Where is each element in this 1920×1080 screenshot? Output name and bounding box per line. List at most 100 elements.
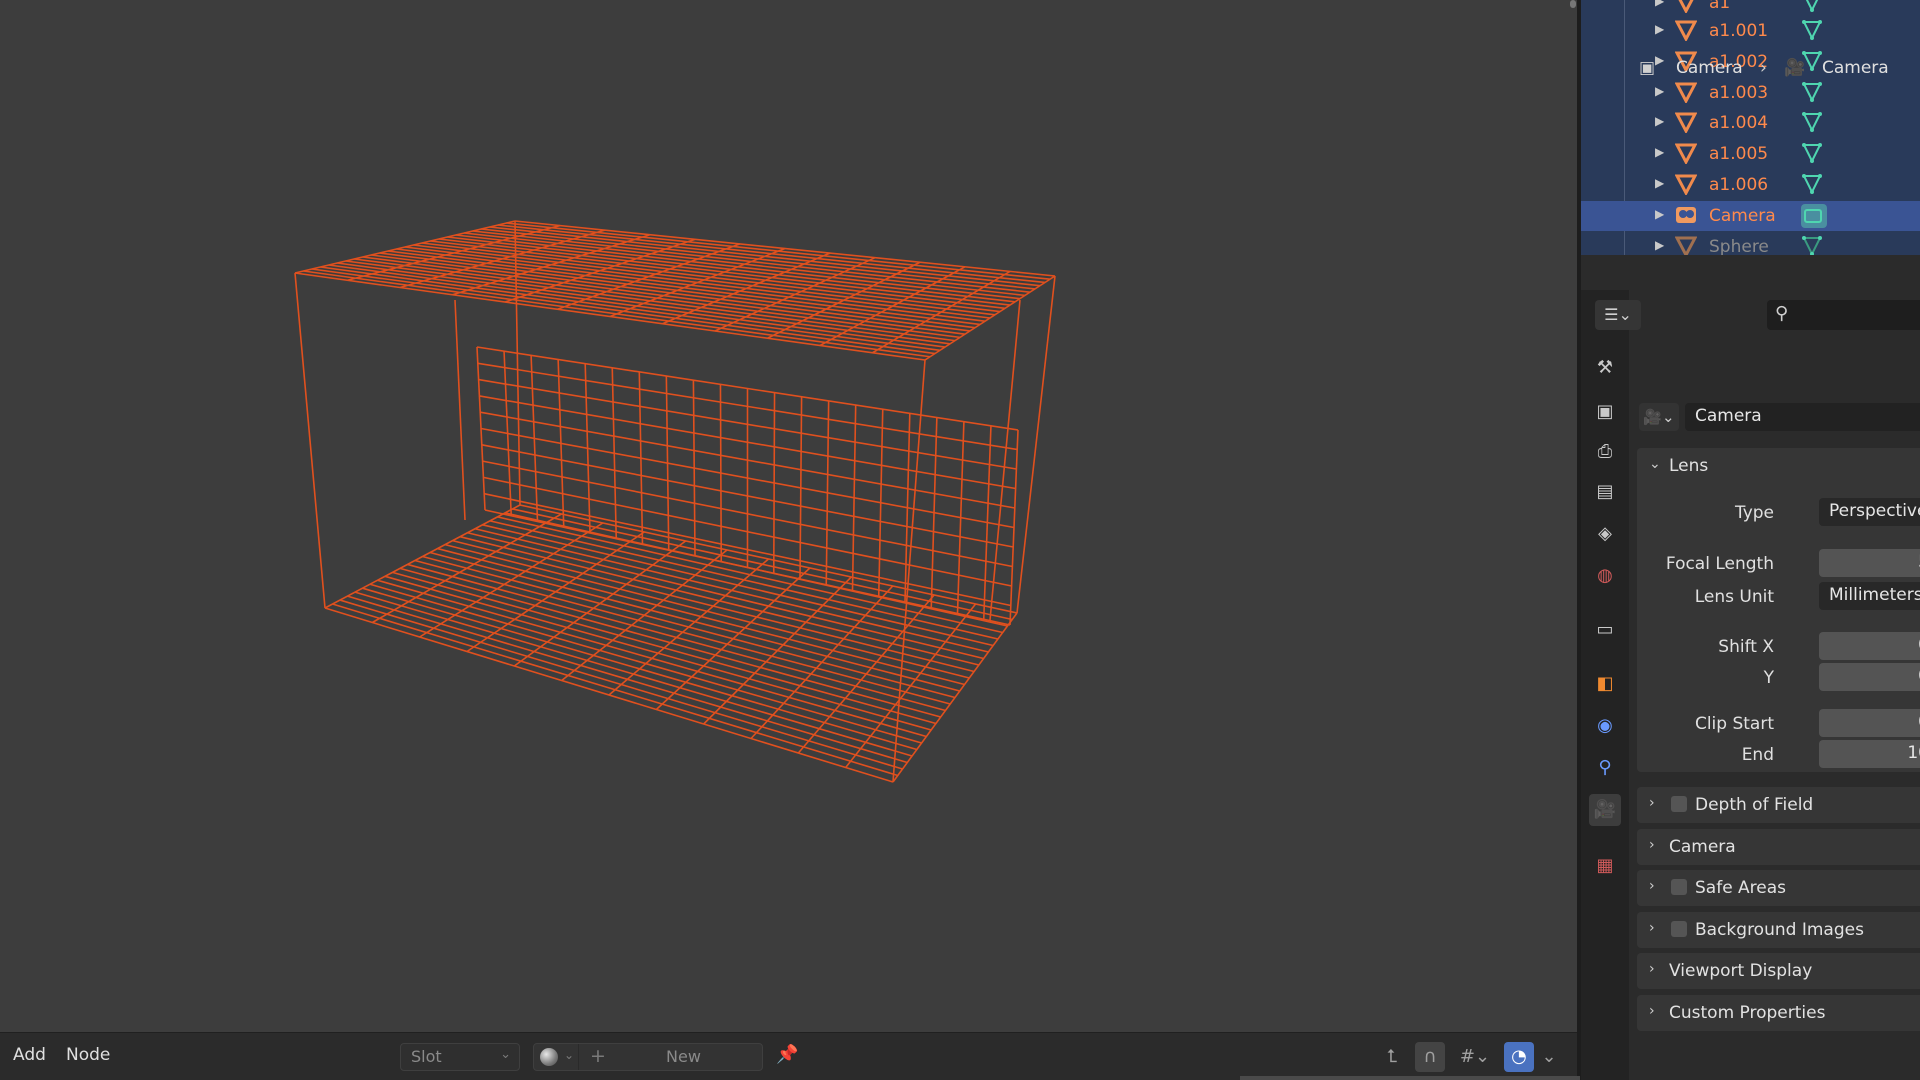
safe-areas-header[interactable]: › Safe Areas [1637,870,1920,906]
mesh-data-icon[interactable] [1801,173,1823,195]
expand-triangle-icon[interactable]: ▶ [1655,238,1664,252]
box-edge [1016,275,1056,614]
datablock-name-field[interactable]: Camera [1685,403,1920,431]
plus-icon[interactable]: + [590,1045,606,1067]
camera-data-tab-icon[interactable]: 🎥 [1589,794,1621,826]
custom-properties-panel[interactable]: › Custom Properties [1637,995,1920,1031]
mesh-data-icon[interactable] [1801,19,1823,41]
overlay-toggle-icon[interactable]: ◔ [1504,1042,1534,1072]
expand-triangle-icon[interactable]: ▶ [1655,0,1664,8]
depth-of-field-panel[interactable]: › Depth of Field [1637,787,1920,823]
view-layer-tab-icon[interactable]: ▤ [1589,476,1621,508]
lens-unit-dropdown[interactable]: Millimeters [1819,582,1920,610]
collection-tab-icon[interactable]: ▭ [1589,614,1621,646]
slot-dropdown[interactable]: Slot ⌄ [400,1043,520,1071]
viewport-scrollbar[interactable] [1570,0,1576,8]
camera-browse-icon[interactable]: 🎥⌄ [1639,403,1679,431]
mesh-data-icon[interactable] [1801,111,1823,133]
material-selector[interactable]: ⌄ + New [533,1043,763,1071]
camera-data-icon[interactable] [1801,204,1827,228]
camera-panel-title: Camera [1669,837,1736,857]
shift-y-field[interactable]: 0 [1819,663,1920,691]
safe-areas-checkbox[interactable] [1671,879,1687,895]
scene-tab-icon[interactable]: ◈ [1589,518,1621,550]
mesh-object-icon [1674,173,1698,197]
clip-start-field[interactable]: 0 [1819,709,1920,737]
outliner-item-label[interactable]: Camera [1709,206,1776,226]
magnet-snap-icon[interactable]: ∩ [1415,1042,1445,1072]
viewport-display-panel[interactable]: › Viewport Display [1637,953,1920,989]
safe-areas-title: Safe Areas [1695,878,1787,898]
bottom-plane-grid [892,612,1018,783]
mesh-data-icon[interactable] [1801,81,1823,103]
background-images-panel[interactable]: › Background Images [1637,912,1920,948]
new-material-button[interactable]: New [666,1047,701,1066]
outliner-item[interactable]: ▶ a1.005 [1581,139,1920,169]
outliner-item-label[interactable]: a1.003 [1709,83,1768,103]
expand-triangle-icon[interactable]: ▶ [1655,207,1664,221]
lens-panel: ⌄ Lens Type Perspective Focal Length 5 L… [1637,448,1920,772]
editor-type-dropdown[interactable]: ☰⌄ [1595,300,1641,330]
custom-properties-header[interactable]: › Custom Properties [1637,995,1920,1031]
background-images-checkbox[interactable] [1671,921,1687,937]
pin-icon[interactable]: 📌 [776,1044,798,1065]
chevron-down-icon[interactable]: ⌄ [1534,1042,1564,1072]
outliner-item-label[interactable]: a1.006 [1709,175,1768,195]
horizontal-scrollbar[interactable] [1240,1076,1580,1080]
expand-triangle-icon[interactable]: ▶ [1655,114,1664,128]
texture-tab-icon[interactable]: ▦ [1589,850,1621,882]
datablock-selector: 🎥⌄ Camera [1637,401,1920,431]
constraints-tab-icon[interactable]: ⚲ [1589,752,1621,784]
focal-length-field[interactable]: 5 [1819,549,1920,577]
expand-triangle-icon[interactable]: ▶ [1655,84,1664,98]
properties-search[interactable]: ⚲ [1767,300,1920,330]
mesh-data-icon[interactable] [1801,142,1823,164]
box-edge [989,299,1021,621]
outliner-item-label[interactable]: a1.004 [1709,113,1768,133]
mesh-data-icon[interactable] [1801,0,1823,13]
render-tab-icon[interactable]: ▣ [1589,396,1621,428]
lens-panel-header[interactable]: ⌄ Lens [1637,448,1920,484]
object-tab-icon[interactable]: ◧ [1589,668,1621,700]
viewport-display-header[interactable]: › Viewport Display [1637,953,1920,989]
camera-panel-header[interactable]: › Camera [1637,829,1920,865]
depth-of-field-header[interactable]: › Depth of Field [1637,787,1920,823]
chevron-down-icon: ⌄ [564,1048,575,1062]
3d-viewport[interactable] [0,0,1577,1032]
outliner-item[interactable]: ▶ a1.006 [1581,170,1920,200]
box-edge [454,299,466,521]
tool-tab-icon[interactable]: ⚒ [1589,352,1621,384]
expand-triangle-icon[interactable]: ▶ [1655,145,1664,159]
outliner-item[interactable]: ▶ a1.001 [1581,16,1920,46]
physics-tab-icon[interactable]: ◉ [1589,710,1621,742]
safe-areas-panel[interactable]: › Safe Areas [1637,870,1920,906]
menu-add[interactable]: Add [13,1045,46,1065]
outliner-item-label[interactable]: Sphere [1709,237,1769,257]
outliner-item[interactable]: ▶ a1.003 [1581,78,1920,108]
snap-grid-icon[interactable]: #⌄ [1452,1042,1498,1072]
mesh-object-icon [1675,0,1697,15]
expand-triangle-icon[interactable]: ▶ [1655,53,1664,67]
parent-node-icon[interactable]: ⮤ [1377,1042,1407,1072]
outliner-item[interactable]: ▶ a1.004 [1581,108,1920,138]
shift-y-label: Y [1763,668,1774,688]
material-ball-icon[interactable] [540,1048,558,1066]
background-images-header[interactable]: › Background Images [1637,912,1920,948]
outliner-item-label[interactable]: a1.001 [1709,21,1768,41]
expand-triangle-icon[interactable]: ▶ [1655,22,1664,36]
expand-triangle-icon[interactable]: ▶ [1655,176,1664,190]
chevron-right-icon: › [1649,837,1655,853]
camera-panel[interactable]: › Camera [1637,829,1920,865]
clip-end-field[interactable]: 10 [1819,740,1920,768]
mesh-data-icon[interactable] [1801,235,1823,257]
outliner-item[interactable]: ▶ Camera [1581,201,1920,231]
outliner-item-label[interactable]: a1 [1709,0,1730,13]
breadcrumb-object: Camera [1676,58,1743,78]
type-dropdown[interactable]: Perspective [1819,498,1920,526]
menu-node[interactable]: Node [66,1045,110,1065]
shift-x-field[interactable]: 0 [1819,632,1920,660]
world-tab-icon[interactable]: ◍ [1589,560,1621,592]
depth-of-field-checkbox[interactable] [1671,796,1687,812]
output-tab-icon[interactable]: ⎙ [1589,436,1621,468]
outliner-item-label[interactable]: a1.005 [1709,144,1768,164]
